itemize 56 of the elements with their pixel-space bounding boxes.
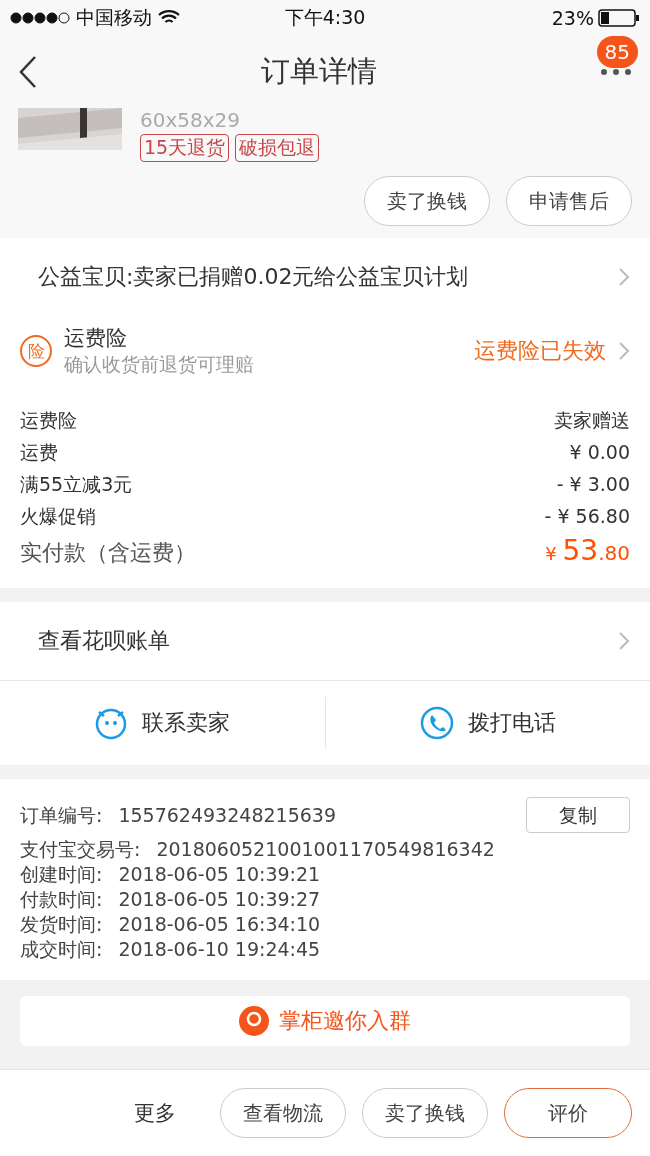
- info-value: 2018-06-05 10:39:21: [118, 862, 321, 887]
- group-invite-text: 掌柜邀你入群: [279, 1007, 411, 1035]
- more-button[interactable]: 更多: [128, 1098, 182, 1128]
- price-value: 卖家赠送: [554, 408, 630, 433]
- battery-icon: [598, 9, 640, 27]
- battery-percent: 23%: [551, 7, 594, 29]
- action-button[interactable]: 申请售后: [506, 176, 632, 226]
- back-icon[interactable]: [18, 55, 38, 89]
- status-time: 下午4:30: [284, 5, 366, 30]
- info-label: 支付宝交易号:: [20, 837, 141, 862]
- price-label: 运费险: [20, 408, 77, 433]
- insurance-title: 运费险: [64, 325, 128, 352]
- copy-button[interactable]: 复制: [526, 797, 630, 833]
- page-title: 订单详情: [260, 53, 378, 90]
- price-value: ¥ 0.00: [569, 440, 630, 465]
- info-label: 创建时间:: [20, 862, 103, 887]
- chevron-right-icon: [618, 341, 630, 361]
- info-label: 付款时间:: [20, 887, 103, 912]
- info-value: 155762493248215639: [118, 802, 336, 828]
- price-label: 火爆促销: [20, 504, 96, 529]
- huabei-link[interactable]: 查看花呗账单: [38, 626, 618, 656]
- charity-text: 公益宝贝:卖家已捐赠0.02元给公益宝贝计划: [38, 263, 470, 291]
- info-label: 成交时间:: [20, 937, 103, 962]
- total-label: 实付款（含运费）: [20, 539, 196, 567]
- notification-badge: 85: [596, 36, 638, 68]
- bottom-action-button[interactable]: 查看物流: [220, 1088, 346, 1138]
- info-label: 发货时间:: [20, 912, 103, 937]
- wifi-icon: [158, 10, 180, 26]
- info-value: 2018-06-05 10:39:27: [118, 887, 321, 912]
- carrier-name: 中国移动: [76, 5, 152, 30]
- product-size: 60x58x29: [140, 108, 242, 132]
- chevron-right-icon: [618, 631, 630, 651]
- more-icon[interactable]: [600, 68, 632, 76]
- insurance-icon: 险: [20, 335, 52, 367]
- insurance-subtitle: 确认收货前退货可理赔: [64, 352, 255, 377]
- chevron-right-icon: [618, 267, 630, 287]
- price-value: - ¥ 56.80: [544, 504, 630, 529]
- smiley-icon: [94, 706, 129, 740]
- bottom-action-button[interactable]: 卖了换钱: [362, 1088, 488, 1138]
- contact-button[interactable]: 拨打电话: [324, 697, 650, 749]
- contact-button[interactable]: 联系卖家: [0, 697, 325, 749]
- signal-icon: [10, 12, 70, 24]
- info-label: 订单编号:: [20, 802, 103, 828]
- bottom-action-button[interactable]: 评价: [504, 1088, 632, 1138]
- service-tag: 破损包退: [235, 134, 320, 162]
- price-label: 运费: [20, 440, 58, 465]
- action-button[interactable]: 卖了换钱: [364, 176, 490, 226]
- price-label: 满55立减3元: [20, 472, 133, 497]
- phone-icon: [419, 706, 454, 740]
- info-value: 2018-06-05 16:34:10: [118, 912, 321, 937]
- info-value: 2018-06-10 19:24:45: [118, 937, 321, 962]
- service-tag: 15天退货: [140, 134, 230, 162]
- price-value: - ¥ 3.00: [556, 472, 630, 497]
- group-icon: [239, 1006, 269, 1036]
- total-price: ¥ 53.80: [545, 534, 630, 567]
- info-value: 2018060521001001170549816342: [156, 837, 495, 862]
